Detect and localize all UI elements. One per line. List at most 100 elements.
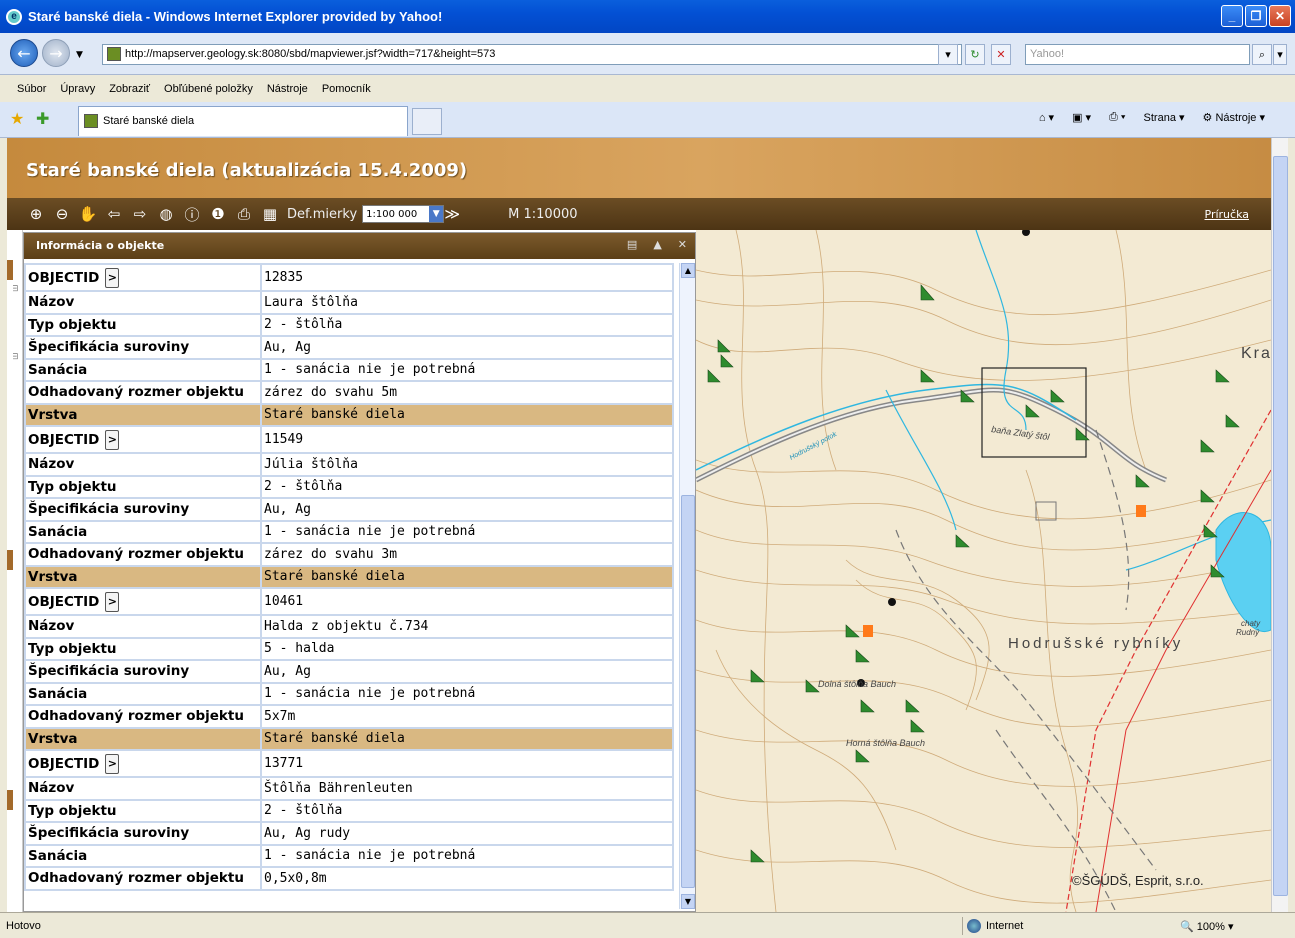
maximize-button[interactable]: ❐ [1245, 5, 1267, 27]
window-scrollbar[interactable] [1271, 138, 1288, 912]
tab-favicon-icon [84, 114, 98, 128]
row-value: 0,5x0,8m [260, 866, 674, 891]
row-value: 5x7m [260, 704, 674, 729]
table-row: Názov Júlia štôlňa [24, 452, 674, 477]
table-row: Typ objektu 2 - štôlňa [24, 312, 674, 337]
identify-icon[interactable]: ⓘ [181, 203, 203, 225]
minimize-button[interactable]: _ [1221, 5, 1243, 27]
map-label-chaty: chaty [1241, 619, 1261, 628]
panel-export-icon[interactable]: ▤ [627, 238, 637, 251]
topographic-map: Hodrušské rybníky baňa Zlatý štôl Dolná … [696, 230, 1271, 912]
new-tab-button[interactable] [412, 108, 442, 135]
row-value: Au, Ag [260, 497, 674, 522]
menu-help[interactable]: Pomocník [322, 83, 371, 95]
zoom-out-icon[interactable]: ⊖ [51, 203, 73, 225]
map-copyright: ©ŠGÚDŠ, Esprit, s.r.o. [1072, 873, 1204, 888]
table-icon[interactable]: ▦ [259, 203, 281, 225]
row-value: 1 - sanácia nie je potrebná [260, 519, 674, 544]
row-value: Štôlňa Bährenleuten [260, 776, 674, 801]
refresh-button[interactable]: ↻ [965, 44, 985, 65]
row-value: Halda z objektu č.734 [260, 614, 674, 639]
zoom-to-object-button[interactable]: > [105, 753, 120, 774]
objectid-label: OBJECTID [28, 431, 100, 448]
search-options-button[interactable]: ▾ [1273, 44, 1287, 65]
url-dropdown-button[interactable]: ▾ [938, 44, 958, 65]
page-content: Staré banské diela (aktualizácia 15.4.20… [7, 138, 1271, 912]
table-row: Špecifikácia suroviny Au, Ag [24, 659, 674, 684]
table-row: Názov Laura štôlňa [24, 290, 674, 315]
back-button[interactable]: ← [10, 39, 38, 67]
favorites-star-icon[interactable]: ★ [10, 109, 24, 128]
panel-collapse-icon[interactable]: ▲ [653, 238, 661, 251]
stop-button[interactable]: ✕ [991, 44, 1011, 65]
tools-menu-label: Nástroje [1215, 112, 1257, 124]
panel-scrollbar[interactable]: ▲ ▼ [679, 263, 695, 909]
info-point-icon[interactable]: ❶ [207, 203, 229, 225]
object-table: OBJECTID >12835 Názov Laura štôlňa Typ objek… [24, 263, 674, 891]
row-label: OBJECTID > [24, 263, 262, 292]
previous-extent-icon[interactable]: ⇦ [103, 203, 125, 225]
objectid-label: OBJECTID [28, 755, 100, 772]
pan-hand-icon[interactable]: ✋ [77, 203, 99, 225]
table-row: Typ objektu 5 - halda [24, 636, 674, 661]
panel-close-icon[interactable]: ✕ [678, 238, 687, 251]
table-row: Sanácia 1 - sanácia nie je potrebná [24, 357, 674, 382]
panel-scroll-thumb[interactable] [681, 495, 695, 888]
add-favorite-icon[interactable]: ✚ [36, 109, 49, 128]
menu-file[interactable]: Súbor [17, 83, 46, 95]
table-row-layer: Vrstva Staré banské diela [24, 402, 674, 427]
full-extent-globe-icon[interactable]: ◍ [155, 203, 177, 225]
row-label: Názov [24, 452, 262, 477]
search-icon[interactable]: ⌕ [1252, 44, 1272, 65]
tools-menu[interactable]: ⚙ Nástroje ▾ [1203, 111, 1265, 124]
row-label: Typ objektu [24, 474, 262, 499]
zoom-to-object-button[interactable]: > [105, 429, 120, 450]
row-value: 11549 [260, 425, 674, 454]
scale-select[interactable]: 1:100 000 ▼ [362, 205, 445, 223]
row-label: Odhadovaný rozmer objektu [24, 704, 262, 729]
help-link[interactable]: Príručka [1205, 208, 1249, 221]
print-icon[interactable]: ⎙ ▾ [1109, 111, 1125, 124]
scroll-up-icon[interactable]: ▲ [681, 263, 695, 278]
tab-bar: ★ ✚ Staré banské diela ⌂ ▾ ▣ ▾ ⎙ ▾ Stran… [0, 102, 1295, 138]
print-map-icon[interactable]: ⎙ [233, 203, 255, 225]
forward-button[interactable]: → [42, 39, 70, 67]
site-favicon-icon [107, 47, 121, 61]
close-button[interactable]: ✕ [1269, 5, 1291, 27]
zoom-to-object-button[interactable]: > [105, 591, 120, 612]
zoom-level[interactable]: 🔍 100% ▾ [1180, 920, 1233, 933]
page-menu[interactable]: Strana ▾ [1144, 111, 1185, 124]
history-dropdown-icon[interactable]: ▼ [76, 50, 83, 60]
menu-tools[interactable]: Nástroje [267, 83, 308, 95]
ie-icon: e [6, 8, 22, 25]
row-value: Laura štôlňa [260, 290, 674, 315]
table-row: OBJECTID >12835 [24, 263, 674, 292]
apply-scale-icon[interactable]: ≫ [444, 203, 460, 225]
tab-active[interactable]: Staré banské diela [78, 106, 408, 136]
url-text: http://mapserver.geology.sk:8080/sbd/map… [125, 48, 496, 60]
panel-title: Informácia o objekte [36, 239, 165, 252]
feeds-icon[interactable]: ▣ ▾ [1072, 111, 1091, 124]
menu-view[interactable]: Zobraziť [109, 83, 150, 95]
zoom-to-object-button[interactable]: > [105, 267, 120, 288]
next-extent-icon[interactable]: ⇨ [129, 203, 151, 225]
scroll-down-icon[interactable]: ▼ [681, 894, 695, 909]
row-label: Typ objektu [24, 636, 262, 661]
window-scroll-thumb[interactable] [1273, 156, 1288, 896]
row-value: 1 - sanácia nie je potrebná [260, 681, 674, 706]
table-row: Názov Halda z objektu č.734 [24, 614, 674, 639]
row-label: Názov [24, 614, 262, 639]
row-value: 1 - sanácia nie je potrebná [260, 843, 674, 868]
row-value: Au, Ag [260, 335, 674, 360]
map-view[interactable]: Hodrušské rybníky baňa Zlatý štôl Dolná … [696, 230, 1271, 912]
table-row: Odhadovaný rozmer objektu 5x7m [24, 704, 674, 729]
home-icon[interactable]: ⌂ ▾ [1039, 111, 1054, 124]
menu-edit[interactable]: Úpravy [60, 83, 95, 95]
menu-favorites[interactable]: Obľúbené položky [164, 83, 253, 95]
row-label: Odhadovaný rozmer objektu [24, 542, 262, 567]
url-input[interactable]: http://mapserver.geology.sk:8080/sbd/map… [102, 44, 962, 65]
globe-icon [967, 919, 981, 933]
search-input[interactable]: Yahoo! [1025, 44, 1250, 65]
layer-tree-strip: ⊟ ⊟ [7, 230, 23, 912]
zoom-in-icon[interactable]: ⊕ [25, 203, 47, 225]
